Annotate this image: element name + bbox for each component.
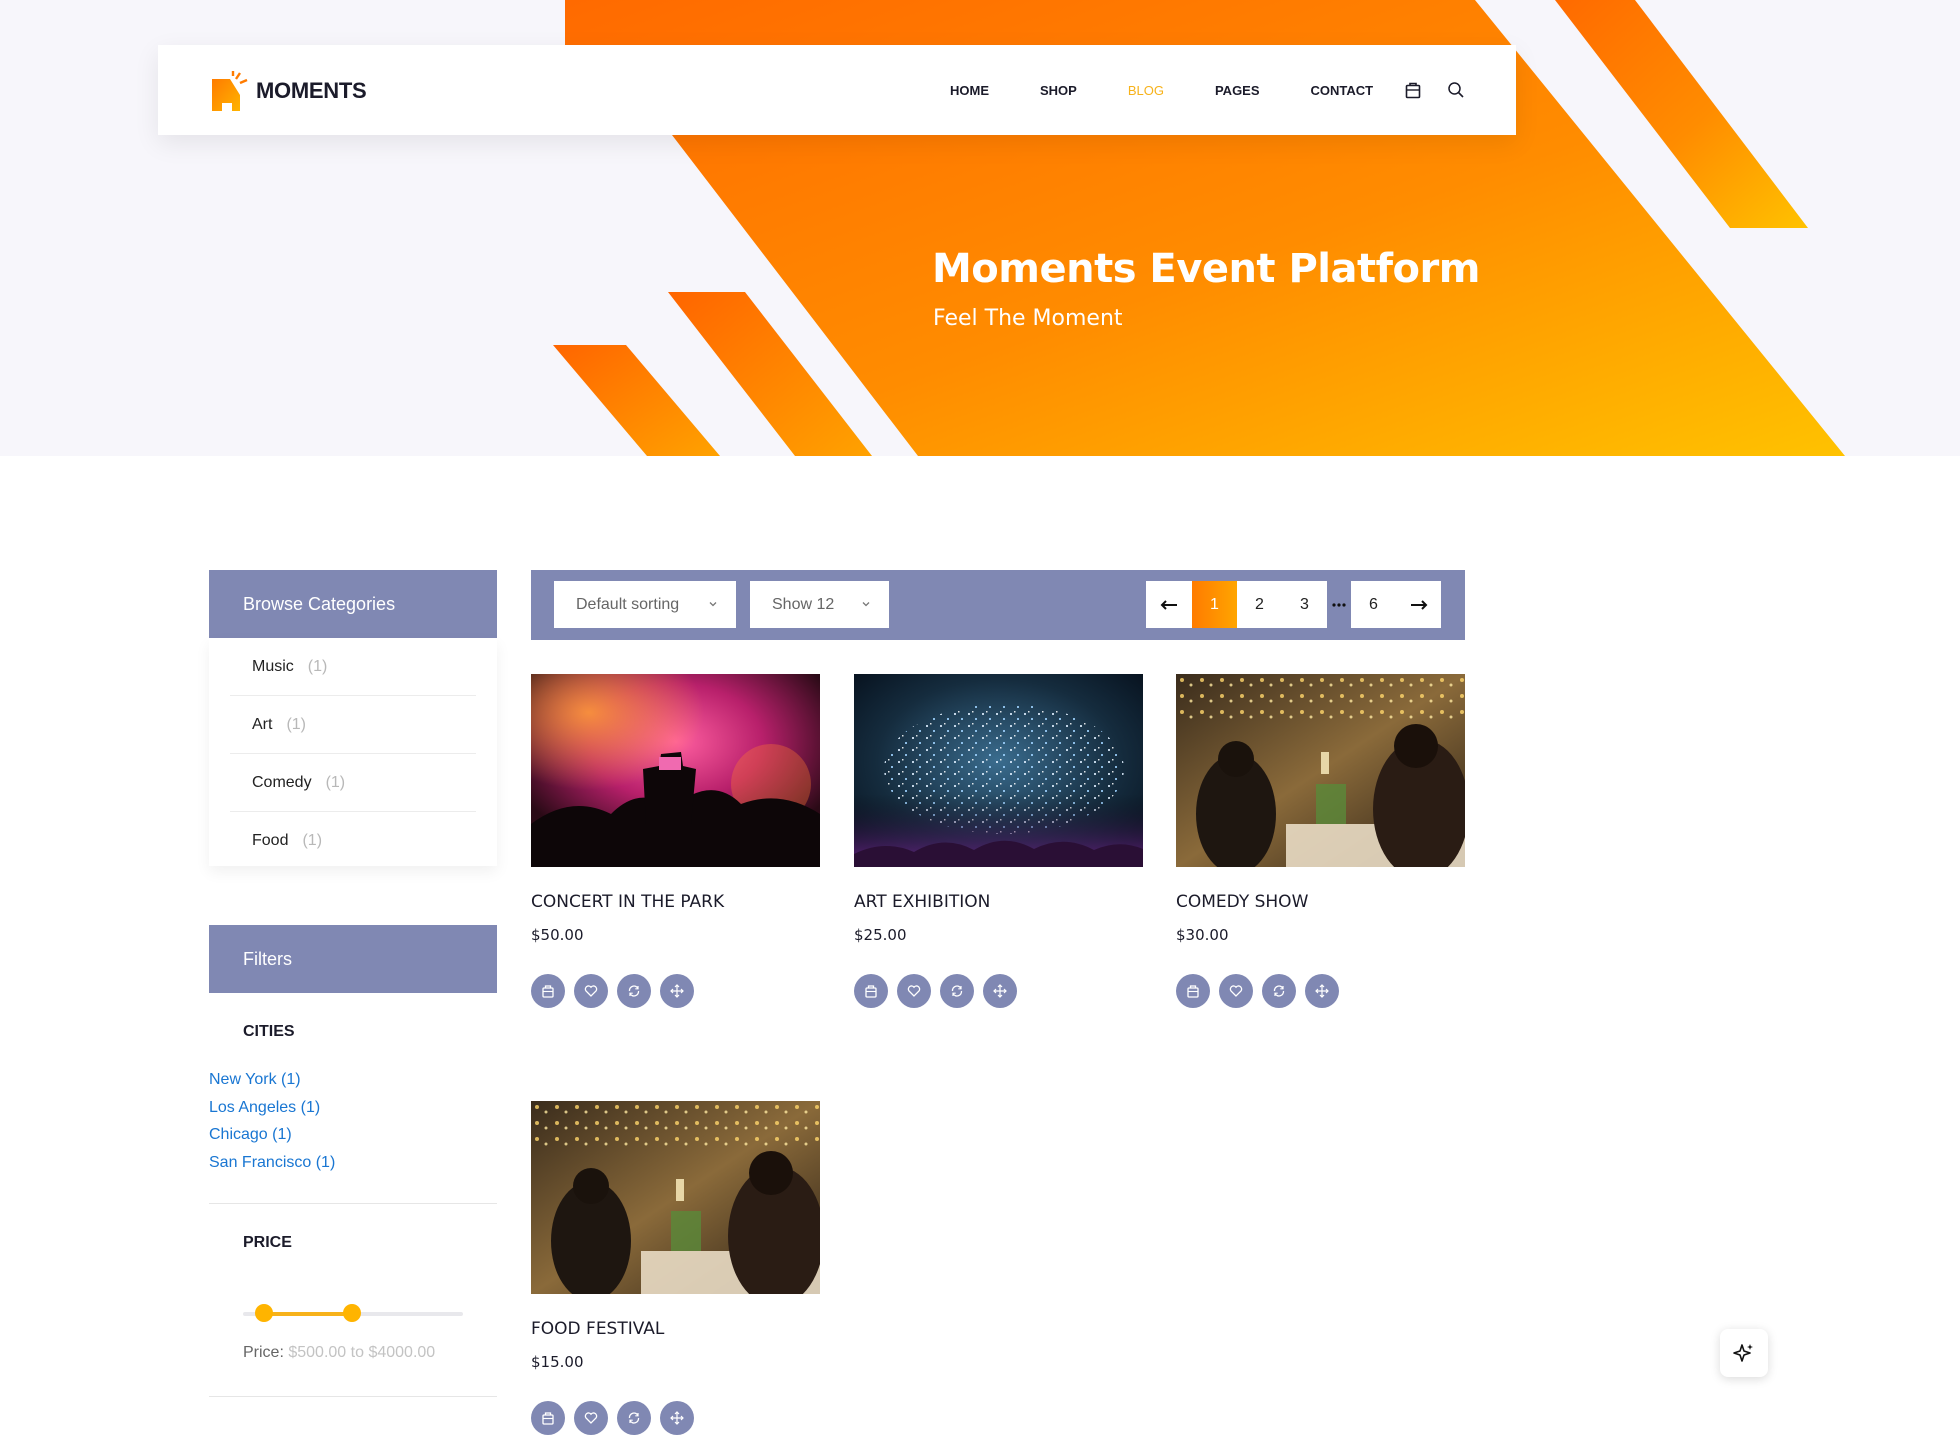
categories-header: Browse Categories [209,570,497,638]
product-price: $25.00 [854,926,907,944]
price-slider-max-handle[interactable] [343,1304,361,1322]
city-list: New York (1) Los Angeles (1) Chicago (1)… [209,1066,335,1176]
cart-icon[interactable] [531,1401,565,1435]
brand-name: MOMENTS [256,78,367,103]
filters-header: Filters [209,925,497,993]
hero-subtitle: Feel The Moment [933,306,1123,331]
category-count: (1) [302,832,323,849]
nav-blog[interactable]: BLOG [1128,83,1164,98]
heart-icon[interactable] [574,1401,608,1435]
product-title[interactable]: CONCERT IN THE PARK [531,892,820,912]
category-name: Comedy [252,773,312,791]
page-button-2[interactable]: 2 [1237,581,1282,628]
category-item-food[interactable]: Food (1) [230,812,476,870]
price-range-label: Price: $500.00 to $4000.00 [243,1344,435,1362]
chevron-down-icon [708,596,718,614]
page-button-1[interactable]: 1 [1192,581,1237,628]
product-card: CONCERT IN THE PARK $50.00 [531,674,820,1008]
category-count: (1) [325,773,346,791]
ellipsis-icon [1327,581,1351,628]
nav-pages[interactable]: PAGES [1215,83,1260,98]
category-name: Food [252,832,289,849]
show-count-value: Show 12 [772,595,835,613]
pagination: 1 2 3 6 [1146,581,1441,628]
compare-icon[interactable] [617,974,651,1008]
product-title[interactable]: ART EXHIBITION [854,892,1143,912]
nav-shop[interactable]: SHOP [1040,83,1077,98]
arrow-right-icon[interactable] [1396,581,1441,628]
heart-icon[interactable] [574,974,608,1008]
cities-title: CITIES [243,1023,295,1040]
category-count: (1) [286,715,307,733]
product-card: FOOD FESTIVAL $15.00 [531,1101,820,1435]
product-price: $15.00 [531,1353,584,1371]
product-price: $50.00 [531,926,584,944]
product-title[interactable]: COMEDY SHOW [1176,892,1465,912]
compare-icon[interactable] [940,974,974,1008]
category-item-art[interactable]: Art (1) [230,696,476,754]
cart-icon[interactable] [1176,974,1210,1008]
price-prefix: Price: [243,1344,284,1361]
search-icon[interactable] [1445,79,1467,101]
price-slider-range [264,1312,352,1316]
arrow-left-icon[interactable] [1146,581,1192,628]
sparkle-icon[interactable] [1720,1329,1768,1377]
product-actions [1176,974,1465,1008]
price-slider-min-handle[interactable] [255,1304,273,1322]
price-slider[interactable] [243,1304,463,1322]
dinner-party-photo[interactable] [531,1101,820,1294]
product-actions [531,1401,820,1435]
city-link-san-francisco[interactable]: San Francisco (1) [209,1149,335,1177]
product-card: COMEDY SHOW $30.00 [1176,674,1465,1008]
product-card: ART EXHIBITION $25.00 [854,674,1143,1008]
page-button-6[interactable]: 6 [1351,581,1396,628]
category-item-music[interactable]: Music (1) [230,638,476,696]
category-name: Music [252,657,294,675]
category-item-comedy[interactable]: Comedy (1) [230,754,476,812]
city-link-los-angeles[interactable]: Los Angeles (1) [209,1094,335,1122]
show-count-select[interactable]: Show 12 [750,581,889,628]
heart-icon[interactable] [1219,974,1253,1008]
sorting-select[interactable]: Default sorting [554,581,736,628]
expand-icon[interactable] [660,974,694,1008]
city-link-chicago[interactable]: Chicago (1) [209,1121,335,1149]
expand-icon[interactable] [660,1401,694,1435]
product-title[interactable]: FOOD FESTIVAL [531,1319,820,1339]
divider [209,1396,497,1397]
category-name: Art [252,715,273,733]
price-min: $500.00 [288,1344,347,1361]
price-connector: to [350,1344,364,1361]
hero-title: Moments Event Platform [932,246,1480,292]
chevron-down-icon [861,596,871,614]
cart-icon[interactable] [1402,79,1424,101]
cart-icon[interactable] [854,974,888,1008]
dinner-party-photo[interactable] [1176,674,1465,867]
price-title: PRICE [243,1234,292,1251]
compare-icon[interactable] [1262,974,1296,1008]
expand-icon[interactable] [1305,974,1339,1008]
product-actions [531,974,820,1008]
moments-logo-icon [210,71,248,111]
nav-contact[interactable]: CONTACT [1311,83,1374,98]
logo[interactable]: MOMENTS [210,71,367,111]
heart-icon[interactable] [897,974,931,1008]
product-actions [854,974,1143,1008]
divider [209,1203,497,1204]
nav-home[interactable]: HOME [950,83,989,98]
sorting-value: Default sorting [576,595,680,613]
site-header: MOMENTS HOME SHOP BLOG PAGES CONTACT [158,45,1516,135]
cart-icon[interactable] [531,974,565,1008]
expand-icon[interactable] [983,974,1017,1008]
city-link-new-york[interactable]: New York (1) [209,1066,335,1094]
category-count: (1) [307,657,328,675]
shop-toolbar: Default sorting Show 12 1 2 3 6 [531,570,1465,640]
compare-icon[interactable] [617,1401,651,1435]
confetti-celebration-photo[interactable] [854,674,1143,867]
price-max: $4000.00 [368,1344,436,1361]
product-price: $30.00 [1176,926,1229,944]
page-button-3[interactable]: 3 [1282,581,1327,628]
category-list: Music (1) Art (1) Comedy (1) Food (1) [209,638,497,866]
concert-crowd-photo[interactable] [531,674,820,867]
main-nav: HOME SHOP BLOG PAGES CONTACT [950,45,1424,135]
